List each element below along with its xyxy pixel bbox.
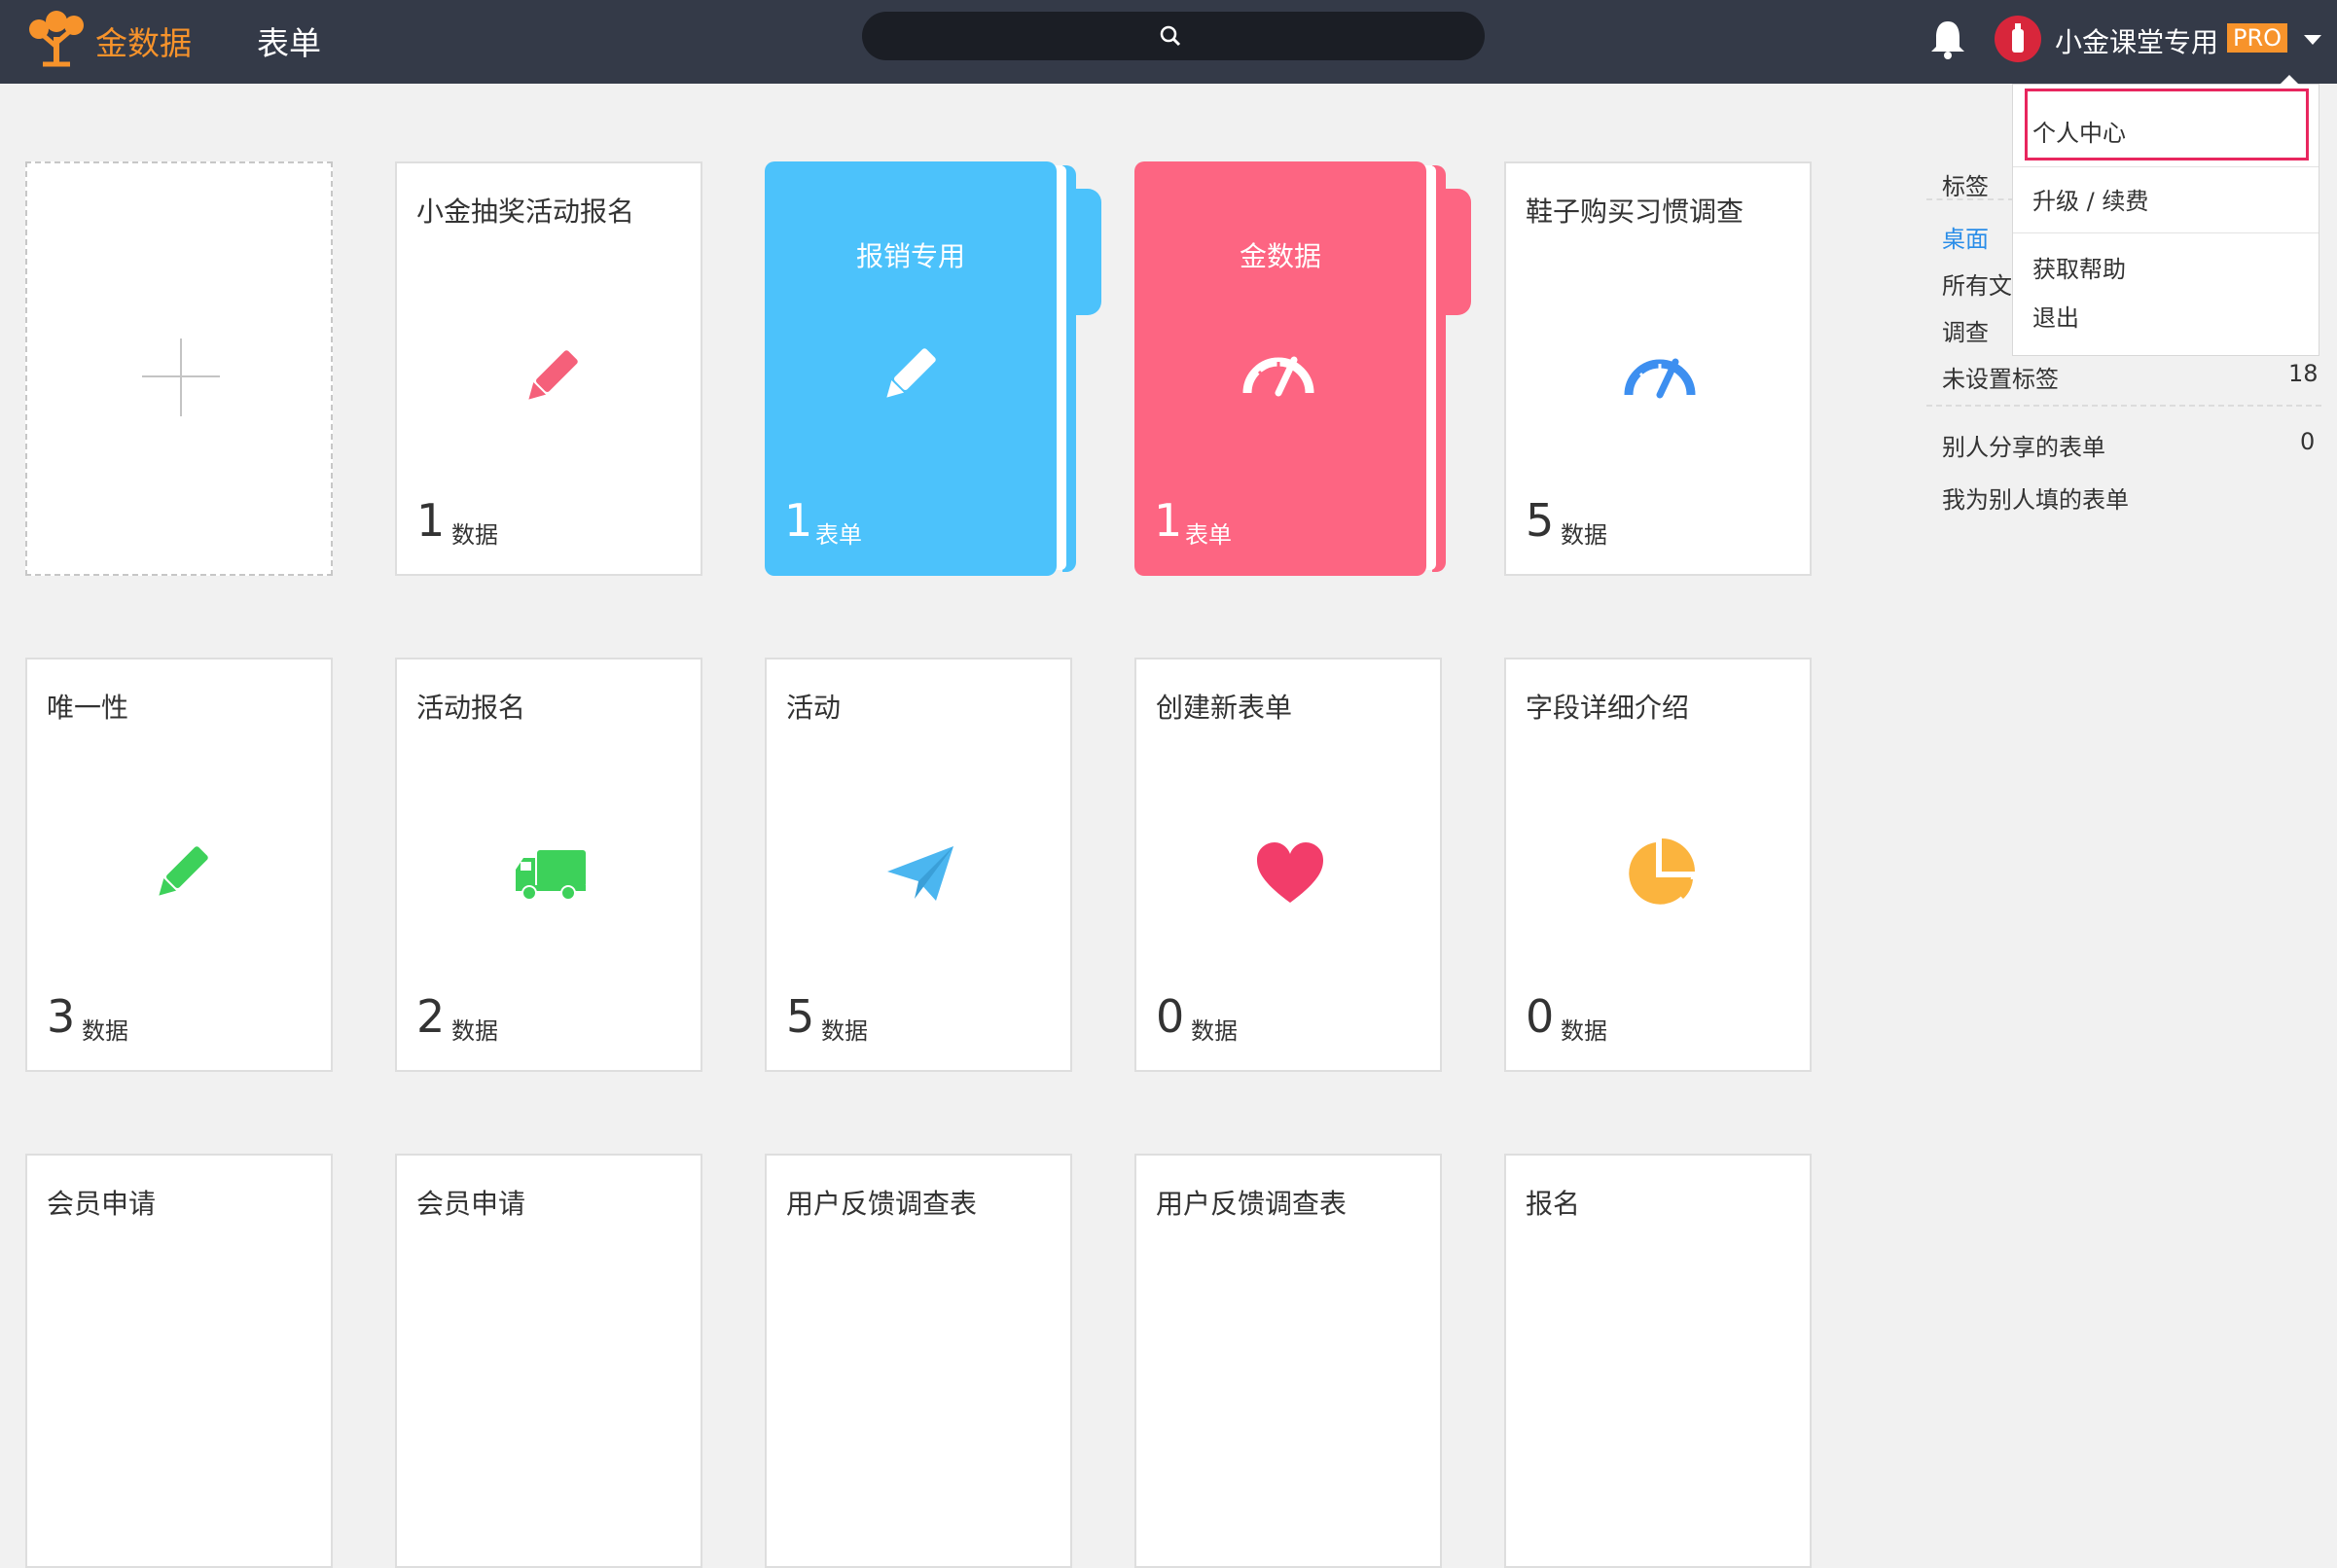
- username[interactable]: 小金课堂专用: [2055, 21, 2218, 60]
- search-bar[interactable]: [862, 12, 1485, 60]
- top-bar: 金数据 表单 小金课堂专用 PRO: [0, 0, 2337, 84]
- form-card-title: 活动: [786, 692, 842, 724]
- pie-chart-icon: [1629, 838, 1695, 905]
- form-card-title: 创建新表单: [1156, 692, 1293, 724]
- tag-survey[interactable]: 调查: [1942, 313, 1989, 347]
- form-card[interactable]: 报名: [1504, 1154, 1812, 1568]
- form-card[interactable]: 字段详细介绍 0 数据: [1504, 658, 1812, 1072]
- form-card[interactable]: 唯一性 3 数据: [25, 658, 333, 1072]
- form-card-unit: 数据: [451, 521, 498, 549]
- form-card-title: 唯一性: [47, 692, 129, 724]
- menu-divider: [2013, 232, 2319, 233]
- form-card-unit: 数据: [1561, 521, 1607, 549]
- pro-badge: PRO: [2227, 23, 2288, 53]
- paper-plane-icon: [887, 846, 953, 901]
- form-card-title: 报名: [1526, 1188, 1581, 1220]
- form-card-unit: 数据: [451, 1017, 498, 1045]
- tag-desktop[interactable]: 桌面: [1942, 220, 1989, 254]
- menu-item-upgrade[interactable]: 升级 / 续费: [2032, 182, 2148, 216]
- form-card-title: 用户反馈调查表: [786, 1188, 978, 1220]
- form-card-count: 2: [416, 990, 446, 1043]
- shared-forms-link[interactable]: 别人分享的表单: [1942, 428, 2105, 462]
- heart-icon: [1257, 842, 1323, 903]
- form-card-title: 活动报名: [416, 692, 526, 724]
- form-card-count: 0: [1526, 990, 1555, 1043]
- form-card-title: 字段详细介绍: [1526, 692, 1690, 724]
- form-card[interactable]: 用户反馈调查表: [1134, 1154, 1442, 1568]
- folder-count: 1: [1154, 494, 1183, 547]
- form-card-unit: 数据: [1561, 1017, 1607, 1045]
- pencil-icon: [159, 846, 208, 896]
- form-card-unit: 数据: [1191, 1017, 1238, 1045]
- form-card[interactable]: 小金抽奖活动报名 1 数据: [395, 161, 702, 576]
- filled-forms-link[interactable]: 我为别人填的表单: [1942, 481, 2129, 515]
- form-card-count: 3: [47, 990, 76, 1043]
- untagged-count: 18: [2288, 360, 2319, 387]
- gauge-icon: [1624, 358, 1696, 399]
- form-card-title: 小金抽奖活动报名: [416, 196, 635, 228]
- tree-logo-icon[interactable]: [25, 8, 88, 70]
- form-card-count: 5: [1526, 494, 1555, 547]
- pencil-icon: [886, 348, 936, 398]
- side-divider: [1926, 405, 2321, 407]
- form-card-unit: 数据: [82, 1017, 128, 1045]
- brand-name[interactable]: 金数据: [95, 18, 192, 64]
- menu-divider: [2013, 166, 2319, 167]
- search-icon: [1160, 25, 1181, 47]
- folder-card[interactable]: 报销专用 1 表单: [765, 161, 1103, 576]
- nav-forms-link[interactable]: 表单: [257, 18, 321, 64]
- dropdown-arrow: [2280, 75, 2299, 85]
- folder-unit: 表单: [1185, 521, 1232, 549]
- form-card-unit: 数据: [821, 1017, 868, 1045]
- menu-item-logout[interactable]: 退出: [2032, 299, 2079, 333]
- form-card[interactable]: 活动报名 2 数据: [395, 658, 702, 1072]
- add-form-card[interactable]: [25, 161, 333, 576]
- tag-all-files[interactable]: 所有文: [1942, 267, 2012, 301]
- caret-down-icon[interactable]: [2304, 35, 2321, 45]
- form-card[interactable]: 创建新表单 0 数据: [1134, 658, 1442, 1072]
- form-card-count: 0: [1156, 990, 1185, 1043]
- gauge-icon: [1242, 356, 1314, 397]
- shared-forms-count: 0: [2300, 428, 2316, 455]
- avatar-icon: [2012, 23, 2024, 53]
- form-card[interactable]: 活动 5 数据: [765, 658, 1072, 1072]
- pencil-icon: [528, 350, 578, 400]
- avatar[interactable]: [1995, 16, 2041, 62]
- form-card-title: 会员申请: [416, 1188, 526, 1220]
- folder-unit: 表单: [815, 521, 862, 549]
- folder-title: 金数据: [1239, 240, 1321, 272]
- form-card[interactable]: 会员申请: [395, 1154, 702, 1568]
- folder-title: 报销专用: [855, 240, 965, 272]
- truck-icon: [516, 850, 586, 901]
- form-card[interactable]: 会员申请: [25, 1154, 333, 1568]
- tags-header: 标签: [1942, 173, 1989, 200]
- form-card-title: 用户反馈调查表: [1156, 1188, 1348, 1220]
- user-dropdown-menu: 个人中心 升级 / 续费 获取帮助 退出: [2012, 75, 2319, 356]
- form-card-title: 鞋子购买习惯调查: [1526, 196, 1744, 228]
- menu-item-profile[interactable]: 个人中心: [2032, 114, 2126, 148]
- tags-divider: [1926, 198, 2014, 200]
- folder-card[interactable]: 金数据 1 表单: [1134, 161, 1473, 576]
- form-card-count: 5: [786, 990, 815, 1043]
- form-card[interactable]: 用户反馈调查表: [765, 1154, 1072, 1568]
- bell-icon[interactable]: [1928, 18, 1967, 60]
- menu-item-help[interactable]: 获取帮助: [2032, 250, 2126, 284]
- form-card-count: 1: [416, 494, 446, 547]
- tag-untagged[interactable]: 未设置标签: [1942, 360, 2059, 394]
- form-card[interactable]: 鞋子购买习惯调查 5 数据: [1504, 161, 1812, 576]
- folder-count: 1: [784, 494, 813, 547]
- form-card-title: 会员申请: [47, 1188, 157, 1220]
